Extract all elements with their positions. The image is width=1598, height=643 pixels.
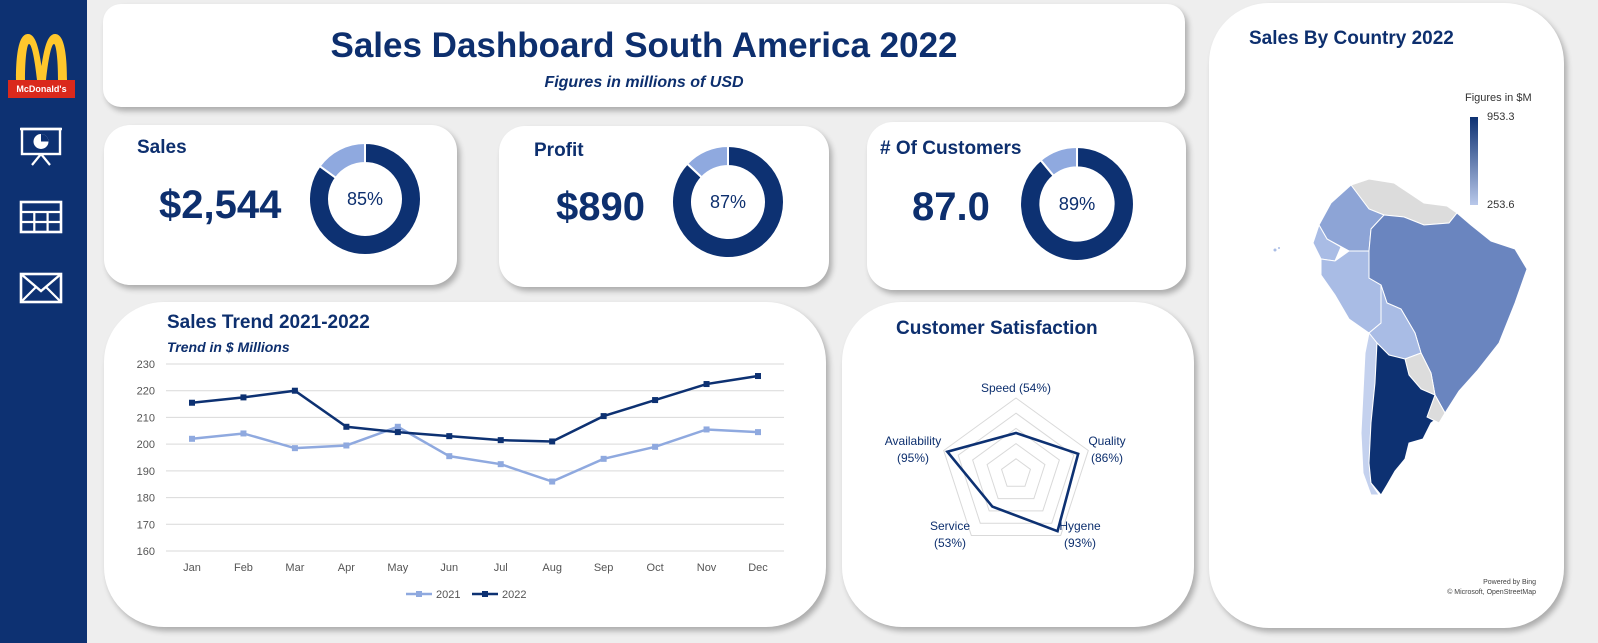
x-tick-label: May [387, 562, 408, 574]
legend-label: 2021 [436, 589, 460, 601]
legend-marker-2021 [416, 591, 422, 597]
sidebar: McDonald's [0, 0, 87, 643]
radar-ring [986, 442, 1046, 500]
mail-icon[interactable] [18, 268, 64, 308]
page-subtitle: Figures in millions of USD [544, 74, 744, 91]
radar-axis-label: Service [930, 519, 970, 533]
kpi-value: $2,544 [159, 183, 282, 227]
data-point-2022 [549, 438, 556, 445]
data-point-2021 [189, 435, 195, 442]
series-line-2022 [191, 374, 759, 443]
data-point-2021 [240, 430, 247, 437]
x-tick-label: Sep [594, 562, 614, 574]
x-tick-label: Jan [183, 562, 201, 574]
y-tick-label: 160 [137, 546, 155, 558]
data-point-2021 [446, 453, 453, 460]
radar-axis-label: (95%) [897, 451, 929, 465]
kpi-donut-chart: 89% [1019, 146, 1135, 262]
kpi-label: Profit [534, 140, 584, 161]
x-tick-label: Feb [234, 562, 253, 574]
map-credit-line2: © Microsoft, OpenStreetMap [1447, 589, 1536, 596]
data-point-2022 [240, 394, 247, 401]
x-tick-label: Oct [647, 562, 664, 574]
x-tick-label: Nov [697, 562, 717, 574]
logo-text: McDonald's [16, 84, 66, 94]
data-point-2022 [497, 437, 504, 444]
x-tick-label: Aug [542, 562, 562, 574]
data-point-2021 [343, 442, 350, 449]
radar-axis-label: Speed (54%) [981, 381, 1051, 395]
x-tick-label: Apr [338, 562, 355, 574]
data-point-2022 [446, 433, 453, 440]
y-tick-label: 170 [137, 519, 155, 531]
donut-center-label: 87% [710, 192, 746, 212]
kpi-label: Sales [137, 137, 187, 158]
data-point-2021 [394, 423, 401, 430]
data-point-2021 [291, 445, 298, 452]
kpi-value: $890 [556, 185, 645, 229]
kpi-donut-chart: 85% [308, 142, 422, 256]
kpi-card-profit: Profit $890 87% [499, 126, 829, 287]
radar-ring [1000, 458, 1032, 487]
donut-center-label: 89% [1059, 193, 1096, 214]
data-point-2022 [600, 413, 607, 420]
y-tick-label: 180 [137, 493, 155, 505]
kpi-value: 87.0 [912, 185, 990, 229]
radar-axis-label: Quality [1088, 434, 1125, 448]
table-icon[interactable] [18, 197, 64, 237]
data-point-2022 [652, 397, 659, 404]
header-card: Sales Dashboard South America 2022 Figur… [103, 4, 1185, 107]
page-title: Sales Dashboard South America 2022 [330, 26, 958, 65]
radar-axis-label: Hygene [1059, 519, 1101, 533]
data-point-2021 [497, 461, 504, 468]
radar-axis-label: (53%) [934, 536, 966, 550]
radar-axis-label: (93%) [1064, 536, 1096, 550]
series-line-2021 [191, 425, 759, 483]
radar-axis-label: Availability [885, 434, 941, 448]
data-point-2021 [549, 478, 556, 485]
y-tick-label: 230 [137, 359, 155, 371]
kpi-donut-chart: 87% [671, 145, 785, 259]
radar-axis-label: (86%) [1091, 451, 1123, 465]
data-point-2022 [343, 423, 350, 430]
data-point-2021 [703, 426, 710, 433]
customer-satisfaction-card: Customer Satisfaction Speed (54%) Quality… [842, 302, 1194, 627]
presentation-chart-icon[interactable] [18, 126, 64, 166]
sales-trend-card: Sales Trend 2021-2022 Trend in $ Million… [104, 302, 826, 627]
x-tick-label: Jun [440, 562, 458, 574]
sales-map-card: Sales By Country 2022 Figures in $M 953.… [1209, 3, 1564, 628]
sales-trend-line-chart: 160 170 180 190 200 210 220 230 Jan Feb Mar Apr May J… [137, 359, 784, 601]
x-tick-label: Dec [748, 562, 768, 574]
kpi-label: # Of Customers [880, 138, 1022, 159]
kpi-card-sales: Sales $2,544 85% [104, 125, 457, 285]
legend-label: 2022 [502, 589, 526, 601]
data-point-2022 [291, 387, 298, 394]
map-credit-line1: Powered by Bing [1483, 579, 1536, 586]
data-point-2021 [600, 455, 607, 462]
mcdonalds-logo: McDonald's [8, 34, 75, 98]
data-point-2022 [703, 381, 710, 388]
data-point-2022 [394, 429, 401, 436]
data-point-2022 [189, 399, 195, 406]
data-point-2021 [652, 443, 659, 450]
x-tick-label: Mar [285, 562, 304, 574]
y-tick-label: 200 [137, 439, 155, 451]
donut-center-label: 85% [347, 189, 383, 209]
data-point-2022 [755, 373, 761, 380]
y-tick-label: 190 [137, 466, 155, 478]
kpi-card-customers: # Of Customers 87.0 89% [867, 122, 1186, 290]
y-tick-label: 220 [137, 386, 155, 398]
y-tick-label: 210 [137, 412, 155, 424]
satisfaction-radar-chart: Speed (54%) Quality (86%) Hygene (93%) Servic… [885, 381, 1126, 550]
legend-marker-2022 [482, 591, 488, 597]
data-point-2021 [755, 429, 761, 436]
x-tick-label: Jul [494, 562, 508, 574]
south-america-map [1273, 178, 1528, 496]
